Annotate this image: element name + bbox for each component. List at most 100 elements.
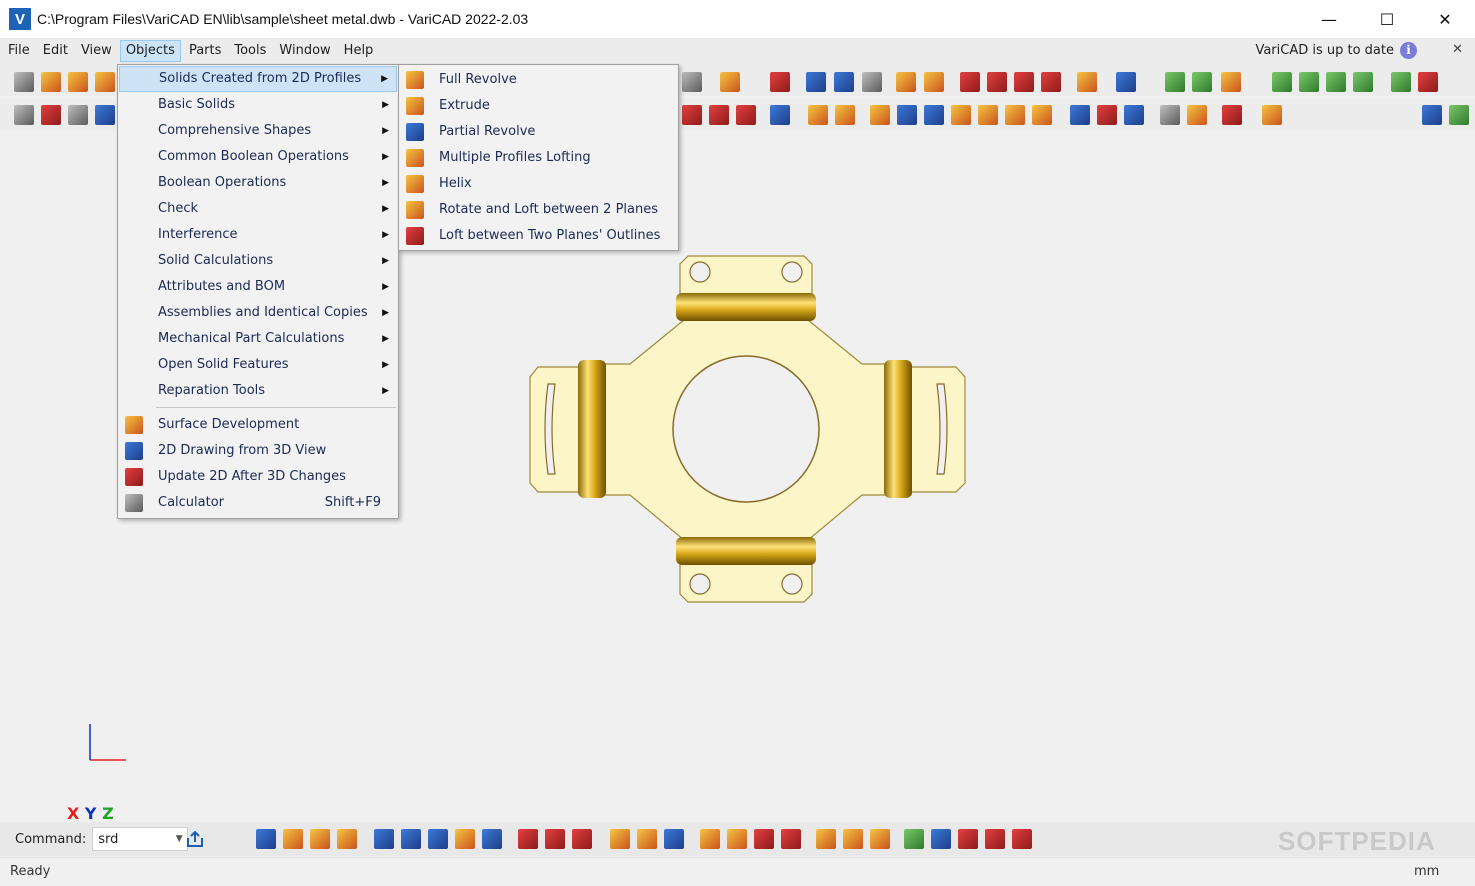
mirror-icon[interactable] [978,105,998,125]
mirror-2-icon[interactable] [1005,105,1025,125]
menu-objects[interactable]: Objects [119,40,181,62]
text-a-icon[interactable] [337,829,357,849]
check-j-icon[interactable] [1041,72,1061,92]
move-icon[interactable] [68,105,88,125]
menu-item-update-2d[interactable]: Update 2D After 3D Changes [119,464,397,490]
bom-2-icon[interactable] [843,829,863,849]
import-icon[interactable] [1418,72,1438,92]
helix-tool-icon[interactable] [682,72,702,92]
mode-2d-icon[interactable] [1422,105,1442,125]
submenu-item-helix[interactable]: Helix [400,171,678,197]
assembly-icon[interactable] [610,829,630,849]
menu-file[interactable]: File [3,40,35,62]
zoom-window-icon[interactable] [1165,72,1185,92]
group-icon[interactable] [518,829,538,849]
menu-help[interactable]: Help [339,40,379,62]
cancel-check-2-icon[interactable] [985,829,1005,849]
menu-item-calculator[interactable]: Calculator Shift+F9 [119,490,397,516]
group-3-icon[interactable] [572,829,592,849]
solid-tool-icon[interactable] [896,72,916,92]
chevron-down-icon[interactable]: ▼ [171,828,187,850]
delete-icon[interactable] [41,105,61,125]
menu-item-common-boolean[interactable]: Common Boolean Operations ▶ [119,144,397,170]
arrows-icon[interactable] [1124,105,1144,125]
menu-item-basic-solids[interactable]: Basic Solids ▶ [119,92,397,118]
cube-icon[interactable] [1160,105,1180,125]
rotate-solid-icon[interactable] [870,105,890,125]
submenu-item-lofting[interactable]: Multiple Profiles Lofting [400,145,678,171]
menu-item-interference[interactable]: Interference ▶ [119,222,397,248]
cancel-check-icon[interactable] [958,829,978,849]
minimize-button[interactable]: — [1300,0,1358,38]
check-s-icon[interactable] [987,72,1007,92]
edit-solid-3-icon[interactable] [736,105,756,125]
menu-item-boolean[interactable]: Boolean Operations ▶ [119,170,397,196]
maximize-button[interactable]: ☐ [1358,0,1416,38]
menu-item-attributes-bom[interactable]: Attributes and BOM ▶ [119,274,397,300]
display-icon[interactable] [1116,72,1136,92]
zoom-all-icon[interactable] [1192,72,1212,92]
group-2-icon[interactable] [545,829,565,849]
select-icon[interactable] [14,105,34,125]
export-part-icon[interactable] [727,829,747,849]
delete-part-icon[interactable] [754,829,774,849]
submenu-item-partial-revolve[interactable]: Partial Revolve [400,119,678,145]
recent-files-icon[interactable] [68,72,88,92]
menu-item-2d-from-3d[interactable]: 2D Drawing from 3D View [119,438,397,464]
menu-item-comprehensive-shapes[interactable]: Comprehensive Shapes ▶ [119,118,397,144]
menu-tools[interactable]: Tools [229,40,271,62]
solid-shape-icon[interactable] [283,829,303,849]
replace-part-icon[interactable] [781,829,801,849]
zoom-previous-icon[interactable] [1326,72,1346,92]
center-of-mass-icon[interactable] [1262,105,1282,125]
insert-part-icon[interactable] [700,829,720,849]
extrude-tool-icon[interactable] [720,72,740,92]
layer-icon[interactable] [374,829,394,849]
coordinate-icon[interactable] [1070,105,1090,125]
send-command-icon[interactable] [186,830,204,848]
color-drop-icon[interactable] [482,829,502,849]
surface-tool-icon[interactable] [862,72,882,92]
open-file-icon[interactable] [41,72,61,92]
folder-icon[interactable] [455,829,475,849]
check-ok-2-icon[interactable] [931,829,951,849]
command-input[interactable]: srd ▼ [92,827,189,851]
bom-3-icon[interactable] [870,829,890,849]
move-solid-icon[interactable] [897,105,917,125]
submenu-item-full-revolve[interactable]: Full Revolve [400,67,678,93]
scale-icon[interactable] [1032,105,1052,125]
solid-box-icon[interactable] [256,829,276,849]
menu-view[interactable]: View [76,40,117,62]
submenu-item-loft-outlines[interactable]: Loft between Two Planes' Outlines [400,223,678,249]
copy-solid-icon[interactable] [770,105,790,125]
info-icon[interactable]: i [1400,42,1417,59]
align-icon[interactable] [924,105,944,125]
zoom-out-icon[interactable] [1299,72,1319,92]
menu-item-mechanical-calculations[interactable]: Mechanical Part Calculations ▶ [119,326,397,352]
menu-item-solids-from-2d[interactable]: Solids Created from 2D Profiles ▶ [119,66,397,92]
align-2-icon[interactable] [951,105,971,125]
view-2d-icon[interactable] [806,72,826,92]
box-icon[interactable] [1097,105,1117,125]
query-2-icon[interactable] [835,105,855,125]
update-view-icon[interactable] [834,72,854,92]
menu-item-surface-development[interactable]: Surface Development [119,412,397,438]
menu-edit[interactable]: Edit [38,40,73,62]
check-ok-icon[interactable] [904,829,924,849]
check-v-icon[interactable] [960,72,980,92]
menu-item-reparation-tools[interactable]: Reparation Tools ▶ [119,378,397,404]
solid-copy-icon[interactable] [924,72,944,92]
mode-3d-icon[interactable] [1449,105,1469,125]
menu-item-check[interactable]: Check ▶ [119,196,397,222]
close-button[interactable]: ✕ [1416,0,1474,38]
edit-solid-2-icon[interactable] [709,105,729,125]
section-icon[interactable] [1222,105,1242,125]
menu-window[interactable]: Window [274,40,335,62]
check-s2-icon[interactable] [1014,72,1034,92]
menu-item-solid-calculations[interactable]: Solid Calculations ▶ [119,248,397,274]
bom-icon[interactable] [816,829,836,849]
export-icon[interactable] [1391,72,1411,92]
edit-solid-icon[interactable] [682,105,702,125]
cube-2-icon[interactable] [1187,105,1207,125]
eraser-icon[interactable] [1077,72,1097,92]
